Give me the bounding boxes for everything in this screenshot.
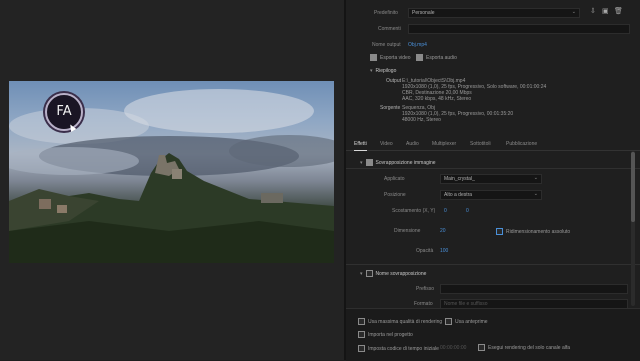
size-label: Dimensione (394, 228, 421, 234)
preview-panel: FA (0, 0, 344, 360)
checkbox-icon (358, 318, 365, 325)
render-alpha-checkbox[interactable]: Esegui rendering del solo canale alfa (478, 344, 570, 351)
summary-title: Riepilogo (375, 68, 397, 74)
image-overlay-header[interactable]: ▾ Sovrapposizione immagine (360, 159, 436, 166)
source-summary-label: Sorgente (380, 105, 401, 111)
checkbox-icon (358, 331, 365, 338)
import-preset-icon[interactable]: ▣ (602, 7, 609, 15)
chevron-down-icon: ⌄ (533, 175, 538, 181)
source-summary-text: Sequenza, Obj 1920x1080 (1,0), 25 fps, P… (402, 105, 514, 123)
name-overlay-title: Nome sovrapposizione (375, 270, 427, 277)
summary-header[interactable]: ▾ Riepilogo (370, 68, 396, 74)
output-summary-text: E:\_tutorial\ObjectS\Obj.mp4 1920x1080 (… (402, 78, 547, 102)
preset-label: Predefinito (374, 10, 398, 16)
position-dropdown[interactable]: Alto a destra ⌄ (440, 190, 542, 200)
name-overlay-header[interactable]: ▾ Nome sovrapposizione (360, 270, 426, 277)
start-timecode-checkbox[interactable]: Imposta codice di tempo iniziale (358, 345, 439, 352)
format-value: Nome file e suffisso (444, 301, 488, 307)
comments-input[interactable] (408, 24, 630, 34)
absolute-resize-checkbox[interactable]: Ridimensionamento assoluto (496, 228, 570, 235)
max-quality-label: Usa massima qualità di rendering (368, 318, 443, 325)
chevron-down-icon: ⌄ (533, 191, 538, 197)
comments-label: Commenti (378, 26, 401, 32)
tab-multiplexer[interactable]: Multiplexer (432, 141, 456, 147)
render-options: Usa massima qualità di rendering Usa ant… (346, 308, 640, 361)
tab-video[interactable]: Video (380, 141, 393, 147)
preset-value: Personale (412, 10, 435, 16)
size-value[interactable]: 20 (440, 228, 446, 234)
divider (346, 264, 640, 265)
use-previews-checkbox[interactable]: Usa anteprime (445, 318, 488, 325)
max-quality-checkbox[interactable]: Usa massima qualità di rendering (358, 318, 442, 325)
save-preset-icon[interactable]: ⇩ (590, 7, 596, 15)
position-value: Alto a destra (444, 192, 473, 198)
checkbox-icon (445, 318, 452, 325)
prefix-label: Prefisso (416, 286, 435, 292)
checkbox-icon (478, 344, 485, 351)
settings-tabs: Effetti Video Audio Multiplexer Sottotit… (346, 138, 640, 151)
render-alpha-label: Esegui rendering del solo canale alfa (488, 344, 570, 351)
export-settings-panel: Predefinito Personale ⌄ ⇩ ▣ 🗑 Commenti N… (346, 0, 640, 360)
applied-dropdown[interactable]: Main_crystal_ ⌄ (440, 174, 542, 184)
chevron-down-icon: ▾ (360, 270, 363, 277)
import-project-checkbox[interactable]: Importa nel progetto (358, 331, 413, 338)
image-overlay-title: Sovrapposizione immagine (375, 159, 436, 166)
import-project-label: Importa nel progetto (368, 331, 413, 338)
output-summary-label: Output (386, 78, 402, 84)
applied-value: Main_crystal_ (444, 176, 475, 182)
chevron-down-icon: ▾ (370, 68, 373, 74)
logo-badge: FA (45, 93, 83, 131)
export-video-checkbox[interactable]: Esporta video (370, 54, 411, 61)
checkbox-icon (496, 228, 503, 235)
opacity-value[interactable]: 100 (440, 248, 448, 254)
preset-dropdown[interactable]: Personale ⌄ (408, 8, 580, 18)
format-label: Formato (414, 301, 433, 307)
checkbox-icon[interactable] (365, 159, 373, 166)
absolute-resize-label: Ridimensionamento assoluto (506, 228, 571, 235)
tab-audio[interactable]: Audio (406, 141, 419, 147)
opacity-label: Opacità (416, 248, 434, 254)
tab-subtitles[interactable]: Sottotitoli (470, 141, 491, 147)
output-name-link[interactable]: Obj.mp4 (408, 42, 427, 48)
checkbox-icon (416, 54, 423, 61)
export-video-label: Esporta video (380, 54, 411, 61)
start-timecode-label: Imposta codice di tempo iniziale (368, 345, 439, 352)
start-timecode-value[interactable]: 00:00:00:00 (440, 345, 466, 351)
export-audio-checkbox[interactable]: Esporta audio (416, 54, 457, 61)
checkbox-icon (358, 345, 365, 352)
prefix-input[interactable] (440, 284, 628, 294)
offset-label: Scostamento (X, Y) (392, 208, 436, 214)
output-name-label: Nome output (372, 42, 401, 48)
checkbox-icon[interactable] (365, 270, 373, 277)
scrollbar-thumb[interactable] (631, 152, 635, 222)
chevron-down-icon: ▾ (360, 159, 363, 166)
chevron-down-icon: ⌄ (571, 9, 576, 15)
offset-y-value[interactable]: 0 (466, 208, 469, 214)
checkbox-icon (370, 54, 377, 61)
position-label: Posizione (384, 192, 406, 198)
applied-label: Applicato (384, 176, 405, 182)
delete-preset-icon[interactable]: 🗑 (614, 7, 623, 15)
use-previews-label: Usa anteprime (455, 318, 488, 325)
divider (346, 168, 640, 169)
tab-effects[interactable]: Effetti (354, 141, 367, 151)
tab-publishing[interactable]: Pubblicazione (506, 141, 537, 147)
offset-x-value[interactable]: 0 (444, 208, 447, 214)
export-audio-label: Esporta audio (426, 54, 457, 61)
